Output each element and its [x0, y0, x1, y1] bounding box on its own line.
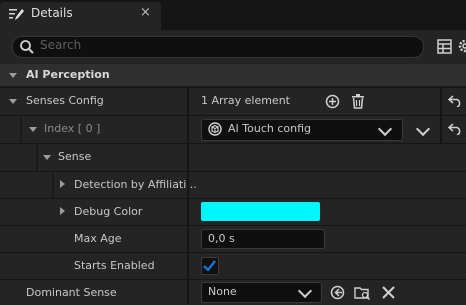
property-label: Index [ 0 ] [44, 122, 101, 135]
max-age-value: 0,0 s [208, 232, 235, 245]
array-count: 1 Array element [201, 94, 290, 107]
use-selected-icon[interactable] [330, 285, 345, 300]
clear-icon[interactable] [382, 286, 395, 299]
expand-arrow-icon[interactable] [29, 127, 37, 132]
property-label: Debug Color [74, 205, 143, 218]
reset-arrow-icon[interactable] [448, 123, 462, 135]
expand-arrow-icon[interactable] [60, 180, 65, 188]
property-label: Starts Enabled [74, 259, 155, 272]
property-row-detection [0, 171, 466, 199]
trash-icon[interactable] [351, 94, 365, 109]
close-icon[interactable]: × [140, 5, 151, 20]
tab-details[interactable] [0, 2, 161, 30]
expand-arrow-icon[interactable] [43, 155, 51, 160]
column-divider [440, 87, 442, 143]
add-element-icon[interactable] [325, 94, 340, 109]
expand-arrow-icon[interactable] [60, 207, 65, 215]
checkmark-icon [203, 260, 216, 271]
property-label: Sense [58, 150, 92, 163]
gear-icon[interactable] [457, 38, 466, 54]
browse-folder-icon[interactable] [354, 285, 371, 300]
column-divider[interactable] [187, 87, 189, 304]
category-label: AI Perception [26, 68, 110, 81]
property-row-starts-enabled [0, 252, 466, 280]
property-label: Senses Config [26, 94, 104, 107]
search-placeholder: Search [40, 38, 82, 52]
search-icon [20, 40, 34, 54]
property-label: Dominant Sense [26, 286, 117, 299]
property-label: Max Age [74, 232, 122, 245]
expand-arrow-icon[interactable] [9, 99, 17, 104]
details-pencil-icon [9, 9, 24, 20]
tab-title: Details [31, 6, 73, 20]
table-view-icon[interactable] [437, 39, 452, 54]
combo-value: None [208, 285, 237, 298]
combo-value: AI Touch config [228, 122, 311, 135]
reset-arrow-icon[interactable] [448, 95, 462, 107]
collapse-arrow-icon[interactable] [9, 73, 17, 78]
color-swatch[interactable] [201, 202, 320, 221]
config-cube-icon [208, 122, 222, 136]
property-label: Detection by Affiliati... [74, 178, 197, 191]
